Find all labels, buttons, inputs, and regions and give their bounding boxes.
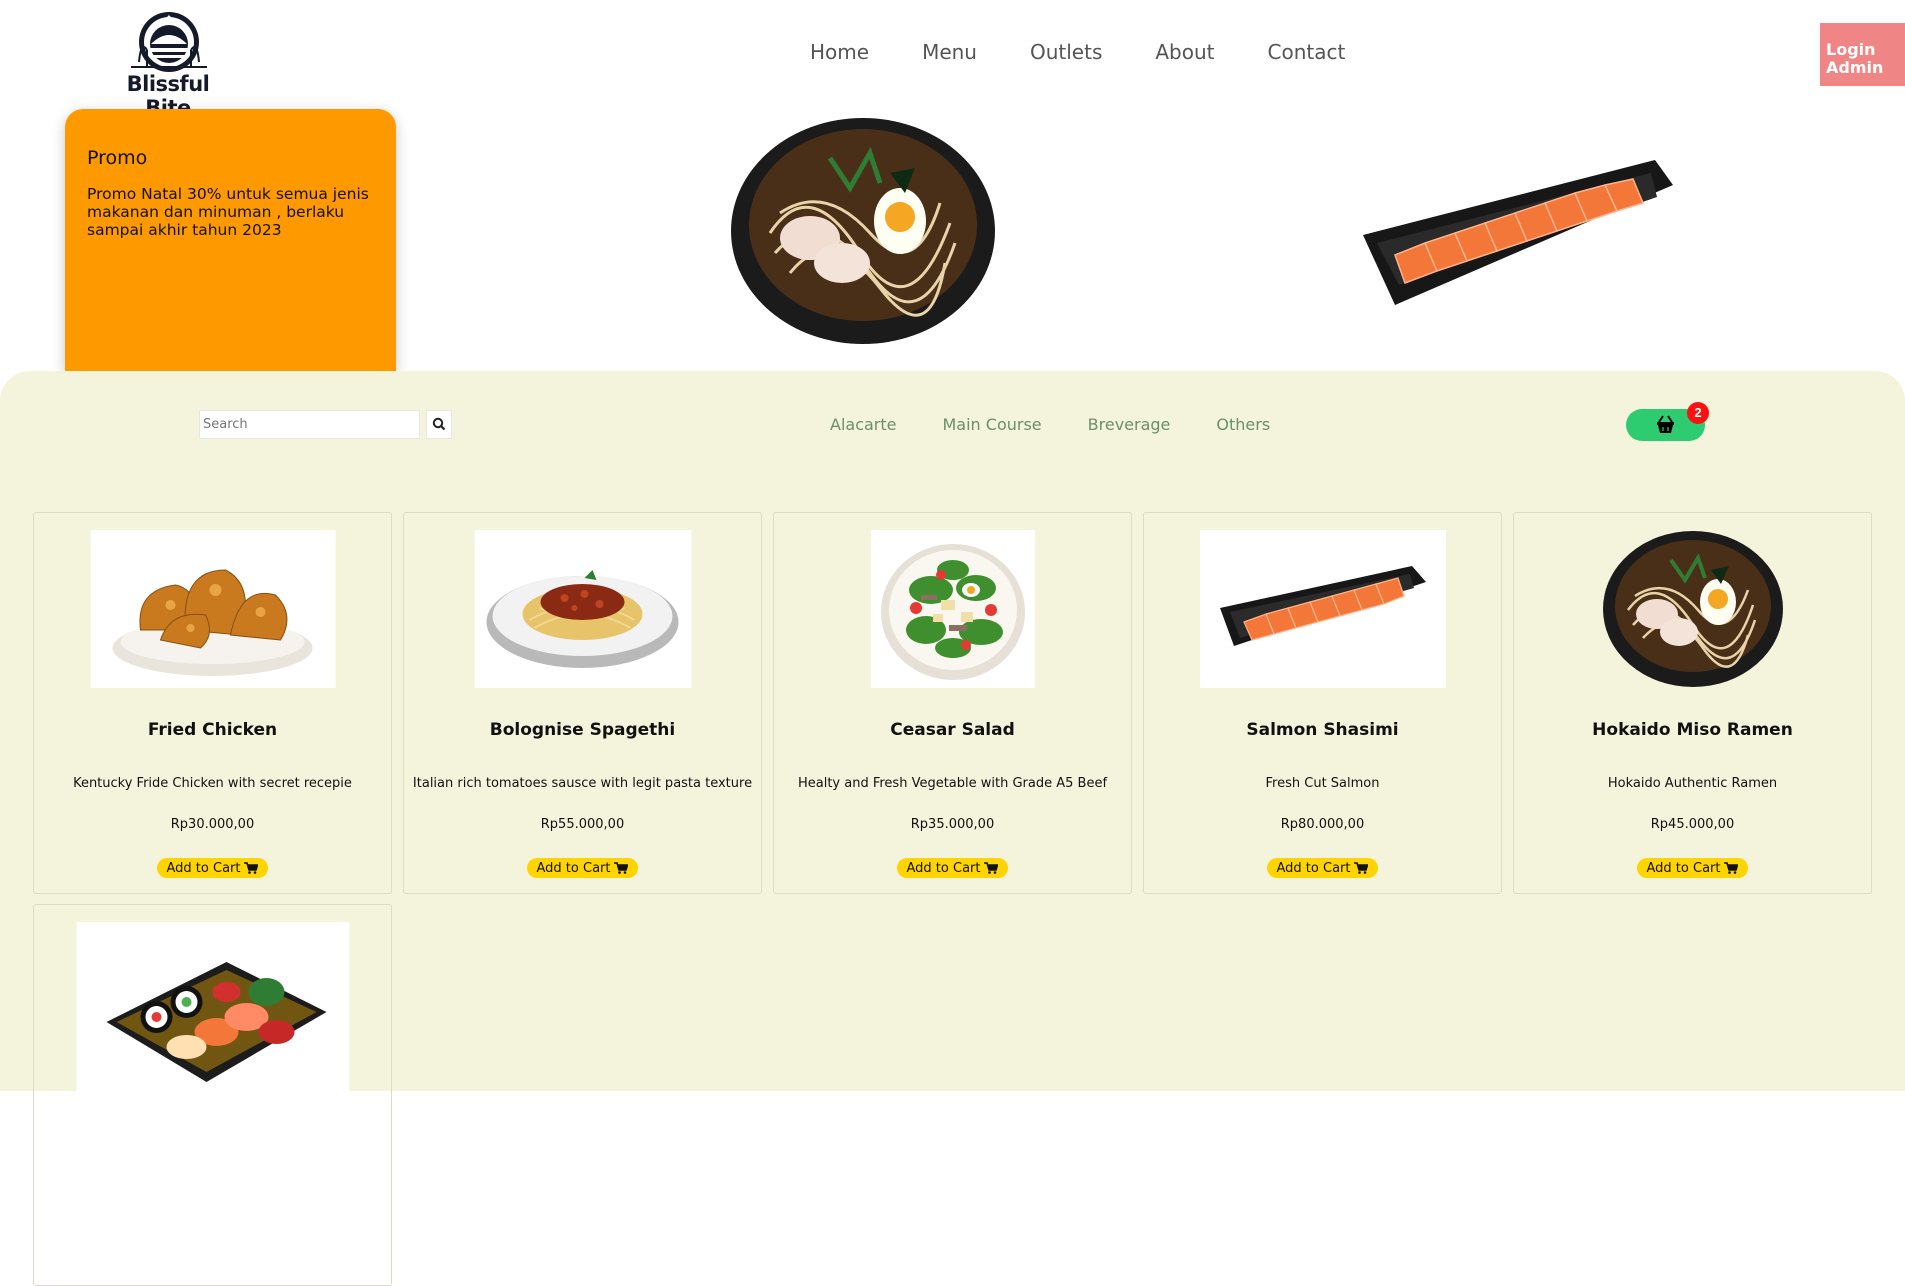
product-description: Fresh Cut Salmon xyxy=(1265,776,1380,791)
product-description: Italian rich tomatoes sausce with legit … xyxy=(412,776,753,791)
promo-title: Promo xyxy=(87,147,148,169)
product-card xyxy=(33,904,392,1286)
tab-others[interactable]: Others xyxy=(1216,415,1270,434)
svg-text:✦: ✦ xyxy=(166,13,173,22)
product-name: Hokaido Miso Ramen xyxy=(1592,720,1793,740)
add-to-cart-button[interactable]: Add to Cart xyxy=(896,858,1009,878)
cart-icon xyxy=(244,862,259,874)
ramen-hero-image xyxy=(731,118,995,344)
product-price: Rp45.000,00 xyxy=(1650,817,1735,832)
product-price: Rp35.000,00 xyxy=(910,817,995,832)
product-price: Rp55.000,00 xyxy=(540,817,625,832)
salmon-hero-image xyxy=(1363,160,1673,305)
product-name: Bolognise Spagethi xyxy=(489,720,676,740)
product-card: Bolognise Spagethi Italian rich tomatoes… xyxy=(403,512,762,894)
product-card: Ceasar Salad Healty and Fresh Vegetable … xyxy=(773,512,1132,894)
nav-about[interactable]: About xyxy=(1155,40,1214,64)
add-to-cart-label: Add to Cart xyxy=(166,860,241,876)
promo-card: Promo Promo Natal 30% untuk semua jenis … xyxy=(65,109,396,371)
tab-breverage[interactable]: Breverage xyxy=(1088,415,1171,434)
product-price: Rp30.000,00 xyxy=(170,817,255,832)
search-icon xyxy=(432,417,446,431)
nav-contact[interactable]: Contact xyxy=(1268,40,1346,64)
category-tabs: Alacarte Main Course Breverage Others xyxy=(830,415,1316,434)
cart-icon xyxy=(614,862,629,874)
search-input[interactable] xyxy=(199,410,420,439)
ramen-image xyxy=(1602,530,1783,688)
sushi-platter-image xyxy=(76,922,349,1097)
product-card: Hokaido Miso Ramen Hokaido Authentic Ram… xyxy=(1513,512,1872,894)
login-admin-button[interactable]: Login Admin xyxy=(1820,23,1905,86)
brand-logo[interactable]: ✦ Blissful Bite xyxy=(107,10,229,120)
product-card: Salmon Shasimi Fresh Cut Salmon Rp80.000… xyxy=(1143,512,1502,894)
tab-alacarte[interactable]: Alacarte xyxy=(830,415,897,434)
search-button[interactable] xyxy=(426,410,452,439)
cart-count-badge: 2 xyxy=(1687,402,1709,424)
cart-icon xyxy=(1724,862,1739,874)
product-description: Kentucky Fride Chicken with secret recep… xyxy=(73,776,352,791)
fried-chicken-image xyxy=(90,530,335,688)
add-to-cart-button[interactable]: Add to Cart xyxy=(1266,858,1379,878)
add-to-cart-button[interactable]: Add to Cart xyxy=(526,858,639,878)
promo-text: Promo Natal 30% untuk semua jenis makana… xyxy=(87,185,369,239)
product-description: Hokaido Authentic Ramen xyxy=(1607,776,1778,791)
add-to-cart-label: Add to Cart xyxy=(1646,860,1721,876)
main-nav: Home Menu Outlets About Contact xyxy=(810,40,1398,64)
nav-home[interactable]: Home xyxy=(810,40,869,64)
add-to-cart-label: Add to Cart xyxy=(536,860,611,876)
product-name: Salmon Shasimi xyxy=(1246,720,1399,740)
add-to-cart-button[interactable]: Add to Cart xyxy=(1636,858,1749,878)
nav-menu[interactable]: Menu xyxy=(922,40,977,64)
burger-logo-icon: ✦ xyxy=(131,12,207,72)
cart-icon xyxy=(984,862,999,874)
product-description: Healty and Fresh Vegetable with Grade A5… xyxy=(797,776,1108,791)
add-to-cart-label: Add to Cart xyxy=(1276,860,1351,876)
product-name: Fried Chicken xyxy=(147,720,278,740)
spaghetti-image xyxy=(474,530,691,688)
salmon-sashimi-image xyxy=(1199,530,1446,688)
cart-icon xyxy=(1354,862,1369,874)
product-price: Rp80.000,00 xyxy=(1280,817,1365,832)
salad-image xyxy=(870,530,1035,688)
product-card: Fried Chicken Kentucky Fride Chicken wit… xyxy=(33,512,392,894)
add-to-cart-button[interactable]: Add to Cart xyxy=(156,858,269,878)
product-name: Ceasar Salad xyxy=(890,720,1015,740)
nav-outlets[interactable]: Outlets xyxy=(1030,40,1102,64)
add-to-cart-label: Add to Cart xyxy=(906,860,981,876)
tab-main-course[interactable]: Main Course xyxy=(943,415,1042,434)
